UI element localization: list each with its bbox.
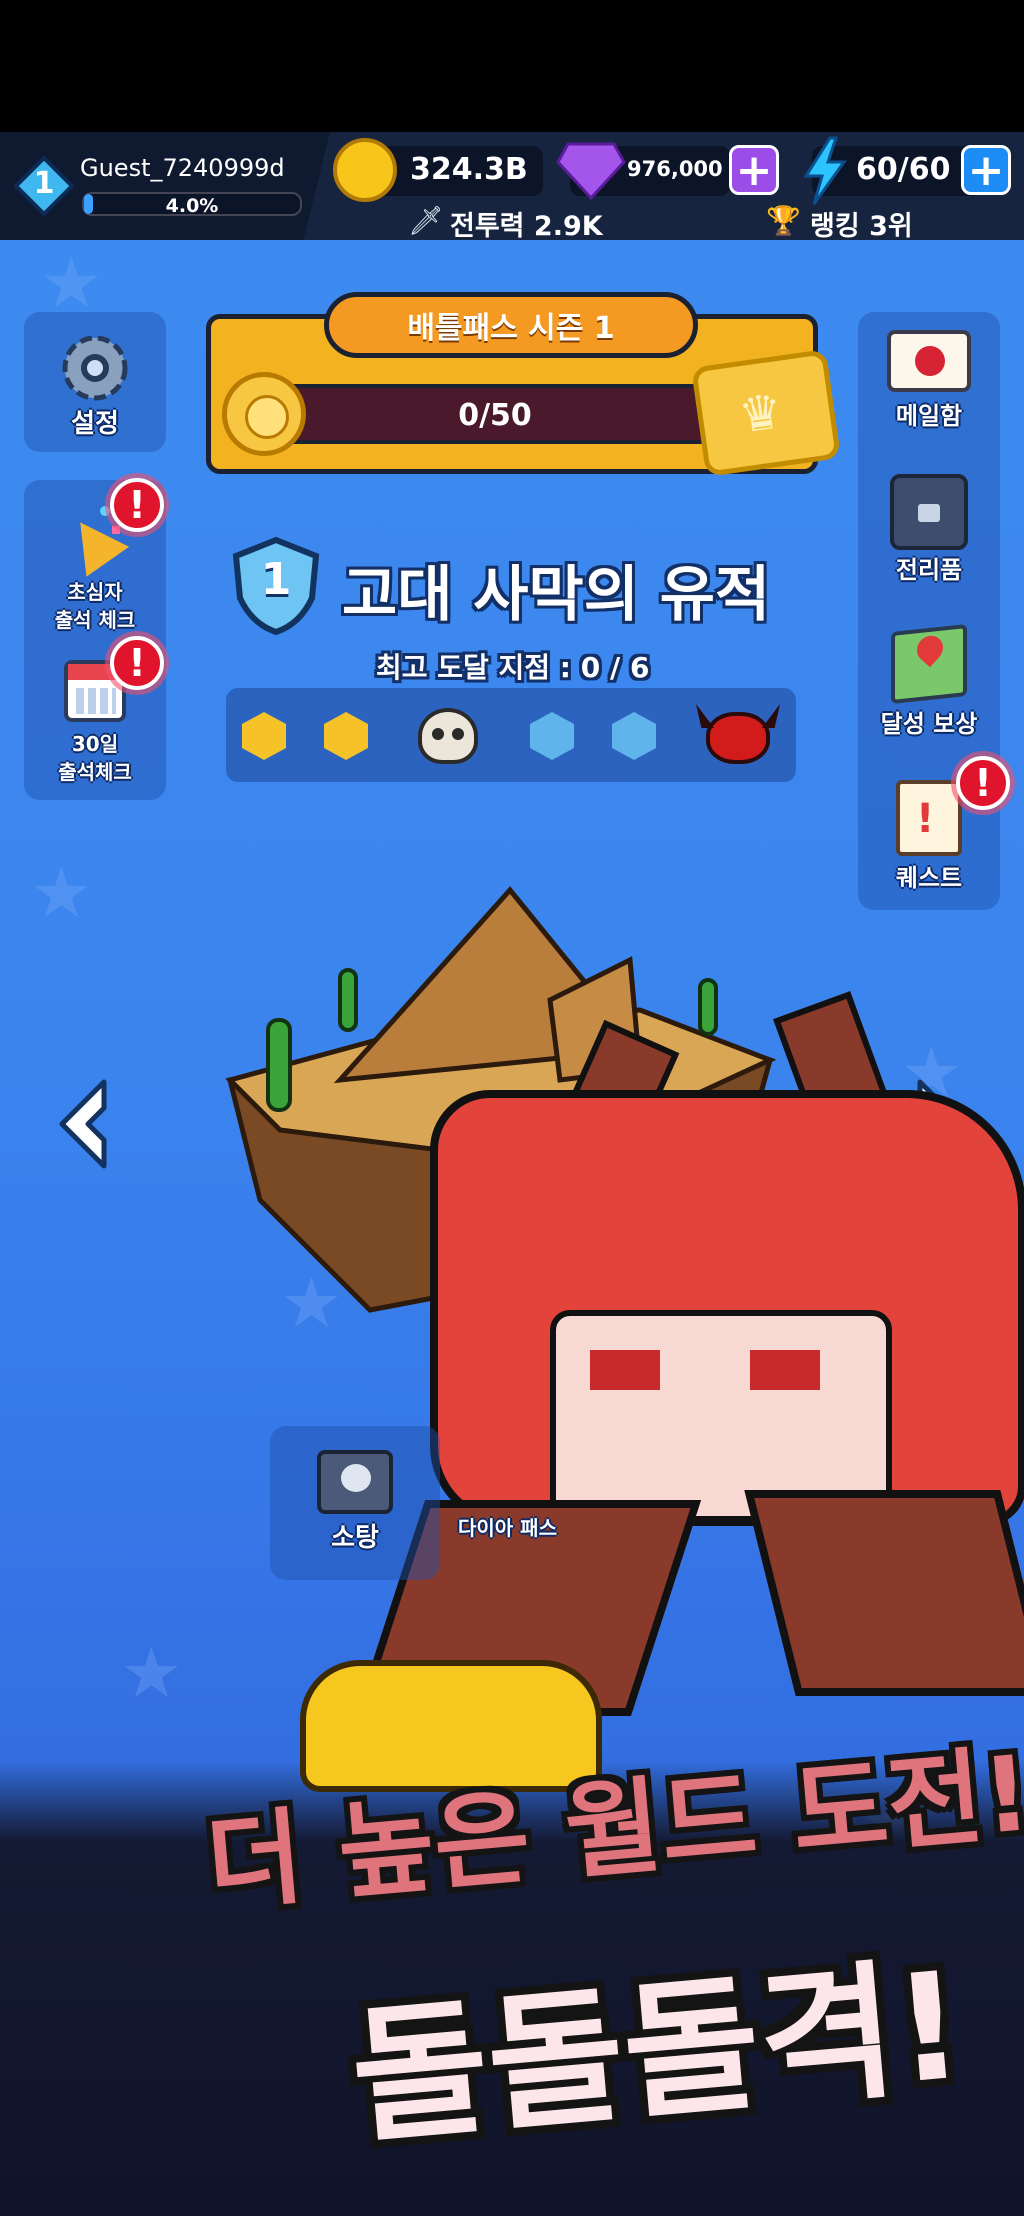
skull-boss-icon bbox=[408, 704, 488, 766]
pixel-character-illustration bbox=[354, 991, 1024, 1750]
exp-percent: 4.0% bbox=[165, 195, 219, 217]
loot-button[interactable]: 전리품 bbox=[858, 474, 1000, 584]
battle-pass-progress-bar: 0/50 bbox=[280, 384, 710, 444]
sweep-label: 소탕 bbox=[331, 1523, 379, 1553]
achievement-label: 달성 보상 bbox=[880, 710, 978, 738]
day30-alert-badge: ! bbox=[110, 636, 164, 690]
premium-ticket-icon: ♛ bbox=[691, 349, 841, 477]
envelope-icon bbox=[887, 330, 971, 392]
player-level: 1 bbox=[33, 166, 55, 201]
chevron-left-icon bbox=[59, 1079, 107, 1169]
quest-alert-badge: ! bbox=[956, 756, 1010, 810]
mailbox-button[interactable]: 메일함 bbox=[858, 330, 1000, 430]
gem-icon bbox=[556, 142, 626, 200]
achievement-button[interactable]: 달성 보상 bbox=[858, 624, 1000, 738]
lightning-icon bbox=[803, 136, 847, 205]
gear-icon bbox=[62, 335, 128, 401]
day30-label-2: 출석체크 bbox=[58, 760, 132, 784]
quest-label: 퀘스트 bbox=[895, 864, 963, 892]
player-level-badge: 1 bbox=[13, 155, 75, 217]
combat-power: 전투력 2.9K bbox=[450, 211, 603, 242]
battle-pass-title: 배틀패스 시즌 1 bbox=[407, 311, 615, 346]
best-reach-text: 최고 도달 지점 : 0 / 6 bbox=[376, 651, 650, 684]
stage-shield-badge: 1 bbox=[230, 536, 322, 636]
battle-pass-progress-text: 0/50 bbox=[458, 398, 532, 433]
stage-number: 1 bbox=[260, 554, 292, 605]
stage-title: 고대 사막의 유적 bbox=[342, 560, 771, 630]
day30-label-1: 30일 bbox=[71, 732, 119, 756]
ranking: 랭킹 3위 bbox=[810, 211, 913, 242]
chest-icon bbox=[890, 474, 968, 550]
settings-button[interactable]: 설정 bbox=[24, 330, 166, 438]
status-bar-area bbox=[0, 0, 1024, 132]
battle-pass-title-tab: 배틀패스 시즌 1 bbox=[324, 292, 698, 358]
trophy-icon: 🏆 bbox=[766, 204, 801, 237]
beginner-label-2: 출석 체크 bbox=[54, 608, 136, 632]
settings-label: 설정 bbox=[71, 409, 119, 439]
dia-pass-label[interactable]: 다이아 패스 bbox=[458, 1514, 557, 1542]
laurel-medal-icon bbox=[222, 372, 306, 456]
gold-coin-icon bbox=[333, 138, 397, 202]
beginner-label-1: 초심자 bbox=[67, 580, 123, 604]
player-name: Guest_7240999d bbox=[80, 154, 285, 182]
skull-chest-icon bbox=[317, 1450, 393, 1514]
add-gems-button[interactable]: + bbox=[729, 145, 779, 196]
energy-amount: 60/60 bbox=[856, 152, 951, 187]
sweep-button[interactable]: 소탕 bbox=[270, 1450, 440, 1552]
demon-boss-icon bbox=[696, 704, 780, 768]
gold-amount: 324.3B bbox=[410, 152, 528, 187]
add-energy-button[interactable]: + bbox=[961, 145, 1011, 196]
loot-label: 전리품 bbox=[895, 556, 963, 584]
mailbox-label: 메일함 bbox=[895, 402, 963, 430]
beginner-alert-badge: ! bbox=[110, 478, 164, 532]
scroll-exclaim: ! bbox=[916, 796, 935, 842]
sword-icon: 🗡 bbox=[408, 204, 444, 237]
prev-world-arrow[interactable] bbox=[54, 1076, 114, 1172]
exp-bar: 4.0% bbox=[82, 192, 302, 217]
scroll-icon: ! bbox=[896, 780, 962, 856]
map-pin-icon bbox=[891, 624, 967, 704]
gem-amount: 976,000 bbox=[627, 157, 723, 181]
